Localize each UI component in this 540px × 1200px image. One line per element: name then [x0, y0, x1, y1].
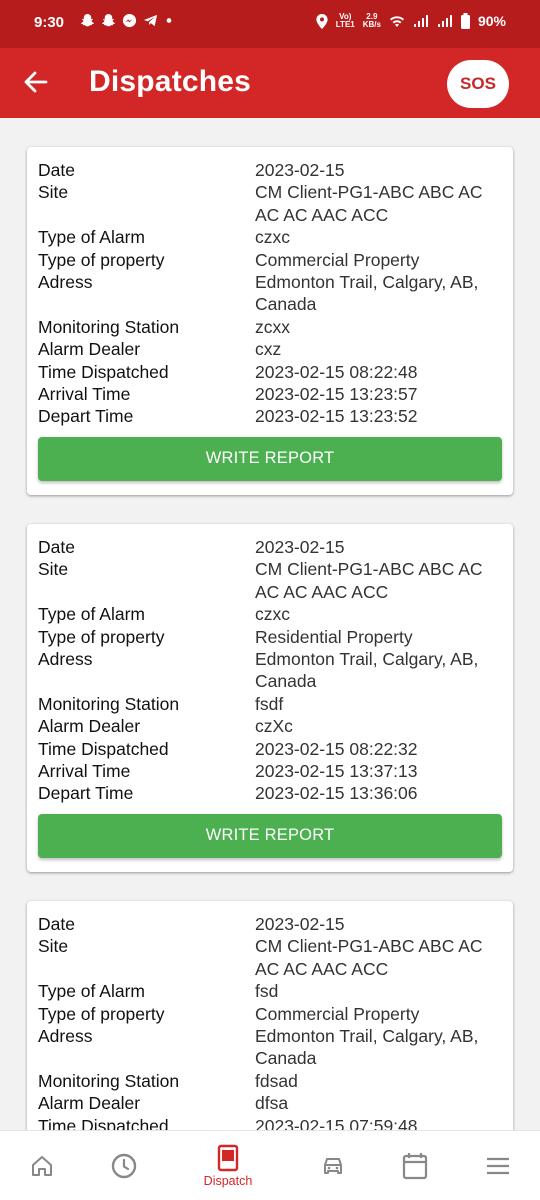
dispatch-card: Date 2023-02-15 Site CM Client-PG1-ABC ABC…: [27, 147, 513, 495]
field-property-type: Type of property Commercial Property: [38, 249, 420, 270]
field-arrival-time: Arrival Time 2023-02-15 13:23:57: [38, 384, 418, 405]
snapchat-icon: [81, 13, 94, 27]
nav-dispatch-label: Dispatch: [203, 1174, 253, 1188]
battery-icon: [460, 13, 470, 29]
page-title: Dispatches: [89, 65, 252, 98]
field-monitoring-station: Monitoring Station fdsad: [38, 1070, 298, 1091]
snapchat-icon: [102, 13, 115, 27]
signal-icon: [413, 15, 428, 27]
nav-calendar[interactable]: [393, 1131, 437, 1200]
nav-home[interactable]: [20, 1131, 64, 1200]
dispatch-list: Date 2023-02-15 Site CM Client-PG1-ABC ABC…: [0, 118, 540, 1130]
bottom-navigation: Dispatch: [0, 1130, 540, 1200]
field-site: Site CM Client-PG1-ABC ABC AC AC AC AAC A…: [38, 936, 483, 979]
field-property-type: Type of property Commercial Property: [38, 1003, 420, 1024]
dispatch-card: Date 2023-02-15 Site CM Client-PG1-ABC ABC…: [27, 901, 513, 1130]
app-bar: Dispatches SOS: [0, 48, 540, 118]
field-address: Adress Edmonton Trail, Calgary, AB, Canad…: [38, 272, 479, 315]
network-speed: 2.9 KB/s: [362, 12, 381, 29]
battery-percent: 90%: [477, 13, 506, 29]
field-time-dispatched: Time Dispatched 2023-02-15 08:22:32: [38, 738, 418, 759]
calendar-icon: [402, 1153, 428, 1180]
field-alarm-type: Type of Alarm czxc: [38, 604, 290, 625]
wifi-icon: [389, 16, 404, 27]
location-icon: [316, 13, 328, 29]
status-time: 9:30: [34, 14, 65, 31]
dispatch-icon: [217, 1144, 239, 1172]
field-site: Site CM Client-PG1-ABC ABC AC AC AC AAC A…: [38, 182, 483, 225]
dispatch-card: Date 2023-02-15 Site CM Client-PG1-ABC ABC…: [27, 524, 513, 872]
write-report-button[interactable]: WRITE REPORT: [38, 436, 502, 481]
messenger-icon: [122, 13, 137, 28]
status-bar: 9:30 Vo) LTE1 2.9 KB/s 90%: [0, 0, 540, 48]
field-alarm-type: Type of Alarm fsd: [38, 981, 279, 1002]
nav-vehicle[interactable]: [311, 1131, 355, 1200]
field-date: Date 2023-02-15: [38, 537, 345, 557]
field-site: Site CM Client-PG1-ABC ABC AC AC AC AAC A…: [38, 559, 483, 602]
field-alarm-dealer: Alarm Dealer cxz: [38, 339, 282, 360]
field-alarm-dealer: Alarm Dealer czXc: [38, 716, 293, 737]
field-date: Date 2023-02-15: [38, 160, 345, 180]
field-arrival-time: Arrival Time 2023-02-15 13:37:13: [38, 761, 418, 782]
field-depart-time: Depart Time 2023-02-15 13:36:06: [38, 783, 418, 804]
nav-history[interactable]: [102, 1131, 146, 1200]
field-address: Adress Edmonton Trail, Calgary, AB, Canad…: [38, 1026, 479, 1069]
system-status: Vo) LTE1 2.9 KB/s 90%: [316, 13, 506, 29]
field-monitoring-station: Monitoring Station zcxx: [38, 316, 290, 337]
field-time-dispatched: Time Dispatched 2023-02-15 07:59:48: [38, 1115, 418, 1130]
notification-icons: [80, 13, 174, 28]
field-time-dispatched: Time Dispatched 2023-02-15 08:22:48: [38, 361, 418, 382]
field-depart-time: Depart Time 2023-02-15 13:23:52: [38, 406, 418, 427]
dot-icon: [166, 18, 172, 23]
field-address: Adress Edmonton Trail, Calgary, AB, Canad…: [38, 649, 479, 692]
arrow-left-icon: [24, 71, 48, 93]
write-report-button[interactable]: WRITE REPORT: [38, 813, 502, 858]
clock-icon: [111, 1153, 137, 1179]
sos-button[interactable]: SOS: [447, 60, 509, 108]
signal-icon: [437, 15, 452, 27]
field-property-type: Type of property Residential Property: [38, 626, 413, 647]
car-icon: [324, 1158, 342, 1174]
back-button[interactable]: [20, 66, 52, 98]
home-icon: [32, 1156, 52, 1176]
menu-icon: [487, 1157, 509, 1175]
field-date: Date 2023-02-15: [38, 914, 345, 934]
field-alarm-type: Type of Alarm czxc: [38, 227, 290, 248]
field-alarm-dealer: Alarm Dealer dfsa: [38, 1093, 289, 1114]
telegram-icon: [143, 14, 158, 27]
volte-indicator: Vo) LTE1: [335, 12, 355, 29]
field-monitoring-station: Monitoring Station fsdf: [38, 693, 284, 714]
nav-dispatch[interactable]: Dispatch: [193, 1131, 263, 1200]
nav-menu[interactable]: [476, 1131, 520, 1200]
